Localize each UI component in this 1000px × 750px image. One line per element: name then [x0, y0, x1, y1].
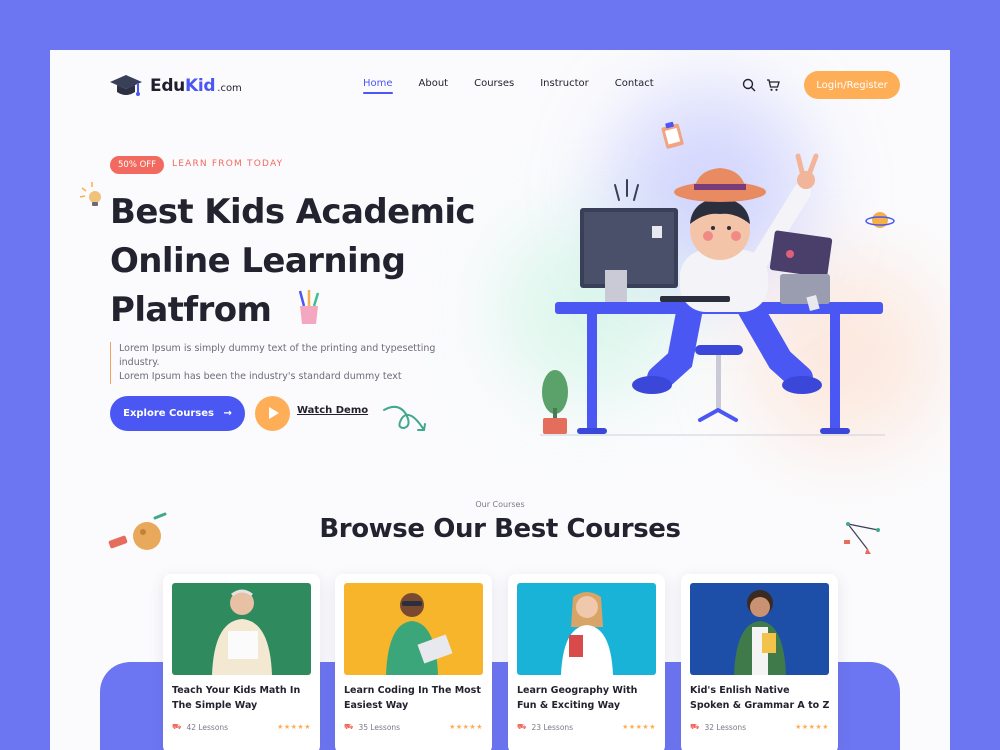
cart-icon[interactable]	[766, 78, 780, 92]
login-register-button[interactable]: Login/Register	[804, 71, 900, 99]
course-title: Learn Geography With Fun & Exciting Way	[517, 685, 638, 711]
nav-home[interactable]: Home	[363, 78, 393, 94]
nav-courses[interactable]: Courses	[474, 78, 514, 89]
nav-about[interactable]: About	[419, 78, 449, 89]
nav-contact[interactable]: Contact	[615, 78, 654, 89]
course-title: Teach Your Kids Math In The Simple Way	[172, 685, 301, 711]
landing-page: EduKid .com Home About Courses Instructo…	[50, 50, 950, 750]
lightbulb-icon	[79, 182, 101, 206]
explore-courses-label: Explore Courses	[123, 408, 214, 419]
logo-tld: .com	[217, 83, 242, 94]
star-rating-icon: ★★★★★	[449, 723, 483, 731]
hero-title-line1: Best Kids Academic	[110, 192, 476, 232]
search-icon[interactable]	[742, 78, 756, 92]
plant-icon	[542, 370, 568, 434]
hero-description: Lorem Ipsum is simply dummy text of the …	[110, 342, 470, 384]
logo-brand: Edu	[150, 76, 185, 96]
nav-instructor[interactable]: Instructor	[540, 78, 589, 89]
hero-title-line2: Online Learning	[110, 241, 406, 281]
site-logo[interactable]: EduKid .com	[108, 72, 242, 100]
course-title: Kid's Enlish Native Spoken & Grammar A t…	[690, 685, 830, 711]
course-lessons: 42 Lessons	[186, 722, 229, 732]
course-thumbnail	[690, 583, 829, 675]
hero-title-line3: Platfrom	[110, 290, 272, 330]
clipboard-icon	[661, 121, 684, 149]
course-card[interactable]: Teach Your Kids Math In The Simple Way ⛟…	[163, 574, 320, 750]
course-thumbnail	[344, 583, 483, 675]
book-icon: ⛟	[172, 722, 182, 731]
logo-accent: Kid	[184, 76, 216, 96]
graduation-cap-icon	[110, 75, 142, 96]
courses-eyebrow: Our Courses	[475, 500, 525, 509]
main-nav: Home About Courses Instructor Contact	[363, 78, 654, 94]
hero-tagline: LEARN FROM TODAY	[172, 159, 284, 169]
course-lessons: 35 Lessons	[358, 722, 401, 732]
hero-desc-line2: Lorem Ipsum has been the industry's stan…	[119, 371, 402, 382]
play-icon[interactable]	[255, 396, 290, 431]
star-rating-icon: ★★★★★	[277, 723, 311, 731]
planet-icon	[865, 212, 895, 228]
star-rating-icon: ★★★★★	[622, 723, 656, 731]
arrow-right-icon: →	[223, 408, 232, 419]
book-icon: ⛟	[690, 722, 700, 731]
explore-courses-button[interactable]: Explore Courses →	[110, 396, 245, 431]
course-lessons: 23 Lessons	[531, 722, 574, 732]
course-meta: ⛟ 35 Lessons ★★★★★	[344, 722, 483, 732]
course-card[interactable]: Learn Geography With Fun & Exciting Way …	[508, 574, 665, 750]
watch-demo-link[interactable]: Watch Demo	[297, 405, 368, 416]
book-icon: ⛟	[344, 722, 354, 731]
discount-badge: 50% OFF	[110, 156, 165, 174]
book-icon: ⛟	[517, 722, 527, 731]
course-title: Learn Coding In The Most Easiest Way	[344, 685, 481, 711]
course-thumbnail	[172, 583, 311, 675]
course-thumbnail	[517, 583, 656, 675]
logo-wordmark: EduKid	[150, 76, 216, 96]
course-meta: ⛟ 23 Lessons ★★★★★	[517, 722, 656, 732]
star-rating-icon: ★★★★★	[795, 723, 829, 731]
course-lessons: 32 Lessons	[704, 722, 747, 732]
hero-illustration	[540, 121, 895, 436]
course-card[interactable]: Kid's Enlish Native Spoken & Grammar A t…	[681, 574, 838, 750]
compass-icon	[844, 522, 880, 554]
course-card[interactable]: Learn Coding In The Most Easiest Way ⛟ 3…	[335, 574, 492, 750]
hero-desc-line1: Lorem Ipsum is simply dummy text of the …	[119, 343, 436, 368]
pencil-cup-icon	[298, 290, 320, 324]
curly-arrow-icon	[383, 405, 426, 431]
course-meta: ⛟ 32 Lessons ★★★★★	[690, 722, 829, 732]
sports-items-icon	[108, 512, 167, 550]
course-meta: ⛟ 42 Lessons ★★★★★	[172, 722, 311, 732]
courses-section-title: Browse Our Best Courses	[319, 514, 681, 544]
